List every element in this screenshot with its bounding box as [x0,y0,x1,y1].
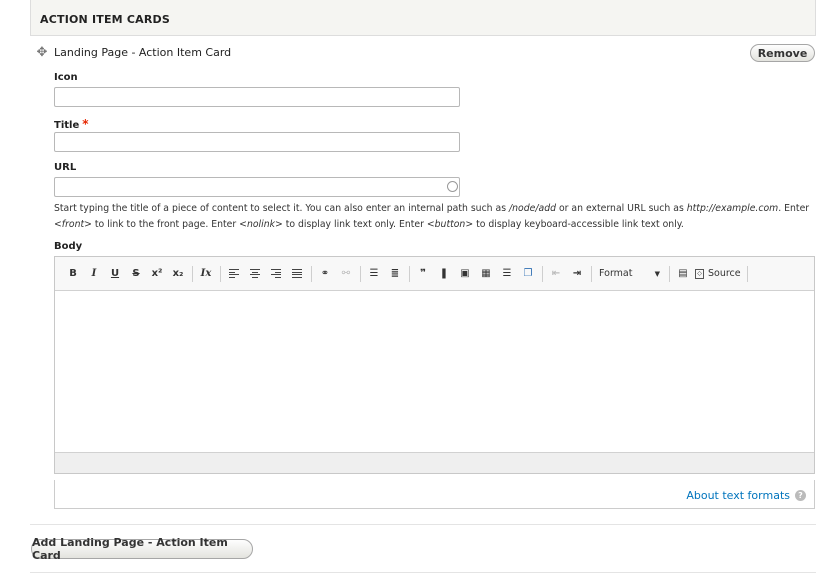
image-button[interactable]: ▣ [456,265,474,283]
outdent-icon: ⇤ [551,268,561,279]
unlink-button[interactable]: ⚯ [337,265,355,283]
remove-button[interactable]: Remove [750,44,815,62]
help-text-part: to link to the front page. Enter [91,219,240,230]
add-item-button[interactable]: Add Landing Page - Action Item Card [31,536,253,562]
unlink-icon: ⚯ [341,268,351,279]
align-justify-button[interactable] [288,265,306,283]
help-example: http://example.com [686,203,779,214]
align-justify-icon [292,269,302,278]
section-header: ACTION ITEM CARDS [30,0,816,36]
table-icon: ▦ [481,268,491,279]
strikethrough-button[interactable]: S [127,265,145,283]
autocomplete-throbber-icon [447,181,458,192]
help-example: /node/add [509,203,556,214]
format-dropdown-label: Format [599,268,633,279]
toolbar-separator [220,265,221,282]
toolbar-separator [311,265,312,282]
source-button[interactable]: ◇ Source [695,268,741,279]
title-field[interactable] [54,132,460,152]
align-center-icon [250,269,260,278]
url-help-text: Start typing the title of a piece of con… [54,201,816,233]
toolbar-separator [591,265,592,282]
editor-status-bar [55,452,814,473]
link-button[interactable]: ⚭ [316,265,334,283]
source-icon: ◇ [695,268,704,279]
section-title: ACTION ITEM CARDS [40,13,170,26]
text-format-wrapper: About text formats ? [54,480,815,509]
help-text-part: or an external URL such as [556,203,687,214]
show-blocks-button[interactable]: ▤ [674,265,692,283]
title-label-text: Title [54,120,80,131]
editor-content-area[interactable] [55,291,814,452]
editor-toolbar: B I U S x² x₂ Ix ⚭ ⚯ ☰ ≣ ❞ ❚ ▣ ▦ ☰ ❐ ⇤ ⇥… [55,257,814,291]
link-icon: ⚭ [320,268,330,279]
underline-button[interactable]: U [106,265,124,283]
toolbar-separator [669,265,670,282]
toolbar-separator [542,265,543,282]
table-button[interactable]: ▦ [477,265,495,283]
divider [30,524,816,525]
bold-button[interactable]: B [64,265,82,283]
blockquote-button[interactable]: ❞ [414,265,432,283]
url-field-label: URL [54,162,77,173]
bulleted-list-icon: ☰ [369,268,379,279]
url-field[interactable] [54,177,460,197]
indent-button[interactable]: ⇥ [568,265,586,283]
code-button[interactable]: ❚ [435,265,453,283]
indent-icon: ⇥ [572,268,582,279]
required-marker: * [82,117,89,131]
horizontal-rule-icon: ☰ [502,268,512,279]
toolbar-separator [746,265,748,282]
bulleted-list-button[interactable]: ☰ [365,265,383,283]
rich-text-editor: B I U S x² x₂ Ix ⚭ ⚯ ☰ ≣ ❞ ❚ ▣ ▦ ☰ ❐ ⇤ ⇥… [54,256,815,474]
source-label: Source [708,268,741,279]
toolbar-separator [192,265,193,282]
icon-field-label: Icon [54,72,78,83]
align-left-icon [229,269,239,278]
divider [30,572,816,573]
chevron-down-icon: ▼ [654,269,660,278]
image-icon: ▣ [460,268,470,279]
align-center-button[interactable] [246,265,264,283]
help-example: <button> [426,219,474,230]
help-text-part: to display keyboard-accessible link text… [473,219,684,230]
subscript-button[interactable]: x₂ [169,265,187,283]
help-example: <front> [54,219,92,230]
superscript-button[interactable]: x² [148,265,166,283]
help-example: <nolink> [239,219,283,230]
icon-field[interactable] [54,87,460,107]
paste-button[interactable]: ❐ [519,265,537,283]
numbered-list-icon: ≣ [390,268,400,279]
outdent-button[interactable]: ⇤ [547,265,565,283]
help-text-part: to display link text only. Enter [282,219,427,230]
toolbar-separator [409,265,410,282]
italic-button[interactable]: I [85,265,103,283]
paste-icon: ❐ [523,268,533,279]
align-right-button[interactable] [267,265,285,283]
title-field-label: Title * [54,117,89,131]
item-title: Landing Page - Action Item Card [54,46,232,59]
align-left-button[interactable] [225,265,243,283]
about-text-formats-link[interactable]: About text formats [686,489,790,502]
format-dropdown[interactable]: Format ▼ [596,265,664,283]
show-blocks-icon: ▤ [678,268,688,279]
remove-format-button[interactable]: Ix [197,265,215,283]
help-text-part: Start typing the title of a piece of con… [54,203,510,214]
code-icon: ❚ [439,268,449,279]
drag-handle-icon[interactable]: ✥ [35,46,49,60]
numbered-list-button[interactable]: ≣ [386,265,404,283]
help-icon: ? [795,490,806,501]
align-right-icon [271,269,281,278]
horizontal-rule-button[interactable]: ☰ [498,265,516,283]
body-field-label: Body [54,241,83,252]
toolbar-separator [360,265,361,282]
help-text-part: . Enter [778,203,810,214]
